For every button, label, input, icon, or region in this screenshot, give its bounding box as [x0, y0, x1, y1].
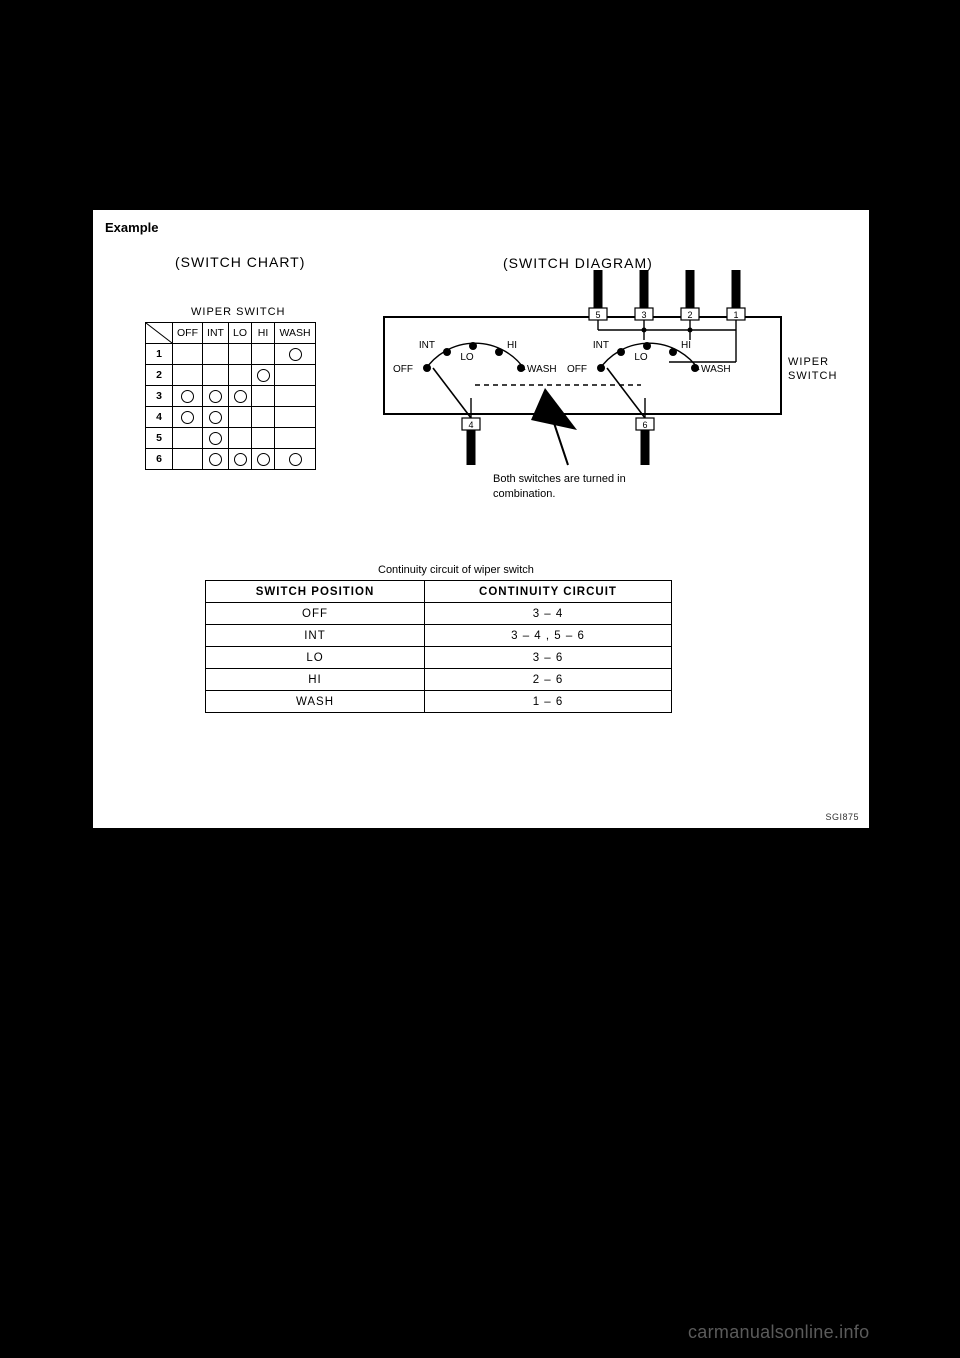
position-label: OFF: [393, 364, 413, 375]
continuity-table: SWITCH POSITION CONTINUITY CIRCUIT OFF3 …: [205, 580, 672, 713]
table-row: LO3 – 6: [206, 647, 672, 669]
continuity-caption: Continuity circuit of wiper switch: [378, 564, 534, 576]
position-label: OFF: [567, 364, 587, 375]
switch-diagram-heading: (SWITCH DIAGRAM): [503, 255, 653, 271]
terminal-label: 5: [595, 310, 600, 320]
row-label: 6: [146, 449, 173, 470]
switch-diagram-svg: 5 3 2 1 OFF INT LO HI WASH: [355, 270, 795, 500]
position-label: INT: [593, 340, 609, 351]
terminal-label: 6: [642, 420, 647, 430]
mark-icon: [234, 390, 247, 403]
terminal-label: 3: [641, 310, 646, 320]
wiper-switch-side-label: WIPER SWITCH: [788, 355, 837, 384]
mark-icon: [209, 411, 222, 424]
mark-icon: [181, 390, 194, 403]
mark-icon: [289, 453, 302, 466]
table-corner-cell: [146, 323, 173, 344]
figure-reference: SGI875: [825, 812, 859, 822]
diagram-page: Example (SWITCH CHART) (SWITCH DIAGRAM) …: [92, 209, 870, 829]
switch-chart-heading: (SWITCH CHART): [175, 254, 305, 270]
terminal-label: 1: [733, 310, 738, 320]
row-label: 2: [146, 365, 173, 386]
col-header: CONTINUITY CIRCUIT: [425, 581, 672, 603]
position-label: HI: [681, 340, 691, 351]
table-row: 2: [146, 365, 316, 386]
table-row: 6: [146, 449, 316, 470]
table-row: 1: [146, 344, 316, 365]
table-row: 5: [146, 428, 316, 449]
switch-chart-table: OFF INT LO HI WASH 1 2 3 4 5: [145, 322, 316, 470]
table-row: OFF3 – 4: [206, 603, 672, 625]
terminal-label: 2: [687, 310, 692, 320]
table-row: INT3 – 4 , 5 – 6: [206, 625, 672, 647]
mark-icon: [257, 369, 270, 382]
position-label: HI: [507, 340, 517, 351]
wiper-switch-caption: WIPER SWITCH: [191, 306, 286, 318]
position-label: WASH: [701, 364, 731, 375]
row-label: 3: [146, 386, 173, 407]
position-label: WASH: [527, 364, 557, 375]
col-header: WASH: [275, 323, 316, 344]
table-row: WASH1 – 6: [206, 691, 672, 713]
mark-icon: [209, 453, 222, 466]
combination-note: Both switches are turned in combination.: [493, 472, 626, 503]
position-label: LO: [460, 352, 474, 363]
row-label: 1: [146, 344, 173, 365]
mark-icon: [257, 453, 270, 466]
position-label: INT: [419, 340, 435, 351]
table-row: 4: [146, 407, 316, 428]
col-header: LO: [229, 323, 252, 344]
row-label: 4: [146, 407, 173, 428]
mark-icon: [181, 411, 194, 424]
col-header: INT: [203, 323, 229, 344]
col-header: OFF: [173, 323, 203, 344]
position-label: LO: [634, 352, 648, 363]
terminal-label: 4: [468, 420, 473, 430]
example-label: Example: [105, 220, 158, 235]
row-label: 5: [146, 428, 173, 449]
mark-icon: [209, 390, 222, 403]
col-header: HI: [252, 323, 275, 344]
mark-icon: [209, 432, 222, 445]
mark-icon: [234, 453, 247, 466]
mark-icon: [289, 348, 302, 361]
table-row: 3: [146, 386, 316, 407]
table-row: HI2 – 6: [206, 669, 672, 691]
col-header: SWITCH POSITION: [206, 581, 425, 603]
watermark: carmanualsonline.info: [688, 1322, 869, 1343]
